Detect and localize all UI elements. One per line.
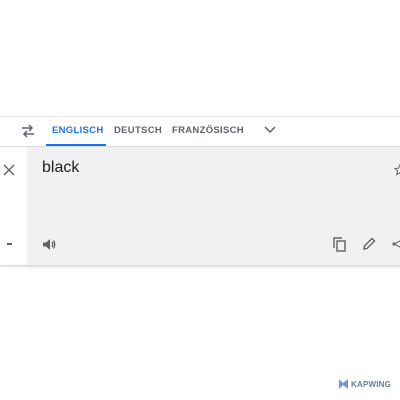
target-panel-edge — [0, 146, 29, 266]
dropdown-marker — [7, 243, 12, 245]
swap-arrows-icon[interactable] — [20, 124, 36, 138]
kapwing-logo-icon — [339, 379, 348, 389]
kapwing-watermark: KAPWING — [338, 377, 391, 391]
chevron-down-icon[interactable] — [264, 126, 276, 134]
tab-englisch[interactable]: ENGLISCH — [52, 125, 104, 136]
source-text-panel[interactable]: black — [28, 146, 400, 266]
speaker-icon[interactable] — [42, 238, 56, 251]
star-icon[interactable] — [394, 164, 400, 176]
language-toolbar: ENGLISCH DEUTSCH FRANZÖSISCH — [0, 116, 400, 147]
copy-icon[interactable] — [333, 237, 346, 252]
tab-deutsch[interactable]: DEUTSCH — [114, 125, 162, 136]
share-icon[interactable] — [392, 238, 400, 250]
edit-icon[interactable] — [363, 237, 376, 250]
close-icon[interactable] — [3, 164, 15, 176]
watermark-text: KAPWING — [351, 379, 392, 389]
source-text[interactable]: black — [42, 159, 79, 177]
tab-franzoesisch[interactable]: FRANZÖSISCH — [172, 125, 244, 136]
